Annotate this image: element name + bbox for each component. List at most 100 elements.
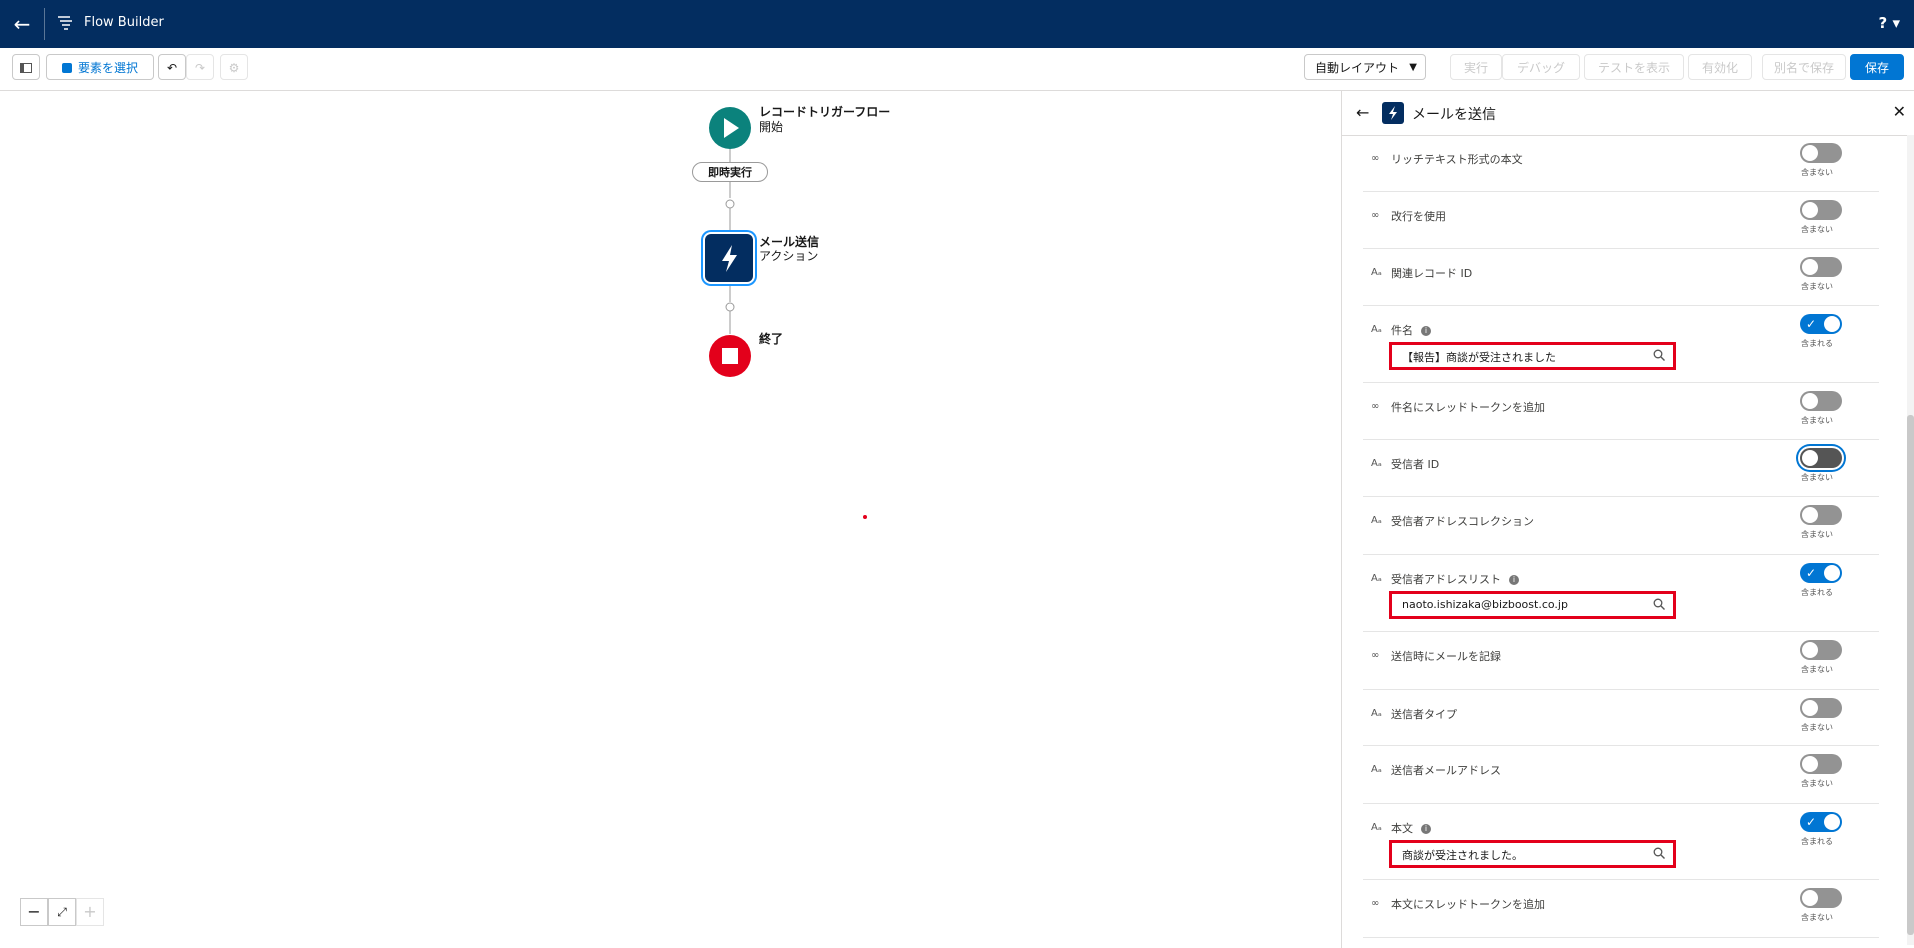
text-type-icon: Aₐ [1371, 764, 1382, 775]
action-node-subtitle: アクション [759, 249, 819, 263]
parameter-label-text: 改行を使用 [1391, 210, 1446, 223]
parameter-row: ∞ リッチテキスト形式の本文含まない [1363, 135, 1879, 192]
toggle-knob [1802, 700, 1818, 716]
parameter-value-text: 商談が受注されました。 [1402, 849, 1523, 862]
boolean-icon: ∞ [1371, 210, 1380, 221]
parameter-label-text: 送信者タイプ [1391, 708, 1457, 721]
save-as-button[interactable]: 別名で保存 [1762, 54, 1846, 80]
toggle-knob [1802, 259, 1818, 275]
include-toggle[interactable] [1800, 505, 1842, 525]
toggle-status: 含まない [1801, 225, 1833, 234]
toggle-status: 含まない [1801, 168, 1833, 177]
info-icon[interactable]: i [1421, 326, 1431, 336]
check-icon: ✓ [1806, 815, 1817, 829]
zoom-out-button[interactable]: − [20, 898, 48, 926]
toggle-status: 含まない [1801, 723, 1833, 732]
parameter-label-text: 送信時にメールを記録 [1391, 650, 1501, 663]
parameter-value-text: 【報告】商談が受注されました [1402, 351, 1556, 364]
check-icon: ✓ [1806, 317, 1817, 331]
include-toggle[interactable] [1800, 888, 1842, 908]
parameter-row: Aₐ 受信者アドレスリスト i ✓ 含まれる naoto.ishizaka@bizboos… [1363, 555, 1879, 632]
toggle-knob [1802, 145, 1818, 161]
boolean-icon: ∞ [1371, 153, 1380, 164]
end-node-title: 終了 [759, 332, 784, 346]
parameter-label: 関連レコード ID [1391, 265, 1472, 281]
parameter-label: 送信者タイプ [1391, 706, 1457, 722]
toggle-status: 含まない [1801, 913, 1833, 922]
parameter-label-text: 受信者 ID [1391, 458, 1440, 471]
scrollbar-thumb[interactable] [1907, 415, 1914, 935]
save-button[interactable]: 保存 [1850, 54, 1904, 80]
toggle-knob [1802, 642, 1818, 658]
parameter-label-text: 本文 [1391, 822, 1413, 835]
view-tests-button[interactable]: テストを表示 [1584, 54, 1684, 80]
toggle-status: 含まない [1801, 779, 1833, 788]
parameter-label-text: 受信者アドレスリスト [1391, 573, 1501, 586]
parameter-label: 件名 i [1391, 322, 1431, 338]
start-node[interactable] [708, 106, 752, 150]
include-toggle[interactable] [1800, 391, 1842, 411]
include-toggle[interactable] [1800, 200, 1842, 220]
parameter-label: 件名にスレッドトークンを追加 [1391, 399, 1545, 415]
toggle-status: 含まない [1801, 530, 1833, 539]
parameter-label: 受信者アドレスコレクション [1391, 513, 1534, 529]
panel-title: メールを送信 [1412, 107, 1496, 123]
include-toggle[interactable]: ✓ [1800, 812, 1842, 832]
parameter-value-text: naoto.ishizaka@bizboost.co.jp [1402, 598, 1568, 611]
include-toggle[interactable] [1800, 257, 1842, 277]
toggle-status: 含まない [1801, 282, 1833, 291]
fit-view-button[interactable]: ⤢ [48, 898, 76, 926]
toggle-knob [1802, 202, 1818, 218]
search-icon[interactable] [1653, 349, 1665, 361]
cursor-marker [863, 515, 867, 519]
arrow-left-icon[interactable]: ← [1356, 103, 1369, 122]
parameter-row: Aₐ 件名 i ✓ 含まれる 【報告】商談が受注されました [1363, 306, 1879, 383]
boolean-icon: ∞ [1371, 650, 1380, 661]
toggle-status: 含まれる [1801, 588, 1833, 597]
parameter-label: 本文にスレッドトークンを追加 [1391, 896, 1545, 912]
activate-button[interactable]: 有効化 [1688, 54, 1752, 80]
text-type-icon: Aₐ [1371, 573, 1382, 584]
toggle-status: 含まれる [1801, 339, 1833, 348]
toggle-status: 含まない [1801, 665, 1833, 674]
help-menu-button[interactable]: ? ▾ [1879, 14, 1900, 32]
run-button[interactable]: 実行 [1450, 54, 1502, 80]
parameter-label-text: リッチテキスト形式の本文 [1391, 153, 1523, 166]
include-toggle[interactable] [1800, 143, 1842, 163]
parameter-row: ∞ 送信時にメールを記録含まない [1363, 632, 1879, 690]
debug-button[interactable]: デバッグ [1502, 54, 1580, 80]
search-icon[interactable] [1653, 847, 1665, 859]
lightning-icon [722, 245, 737, 272]
toggle-knob [1802, 507, 1818, 523]
parameter-label: 改行を使用 [1391, 208, 1446, 224]
parameter-value-input[interactable]: naoto.ishizaka@bizboost.co.jp [1389, 591, 1676, 619]
parameter-value-input[interactable]: 【報告】商談が受注されました [1389, 342, 1676, 370]
lightning-icon [1382, 102, 1404, 124]
zoom-in-button[interactable]: + [76, 898, 104, 926]
check-icon: ✓ [1806, 566, 1817, 580]
include-toggle[interactable]: ✓ [1800, 563, 1842, 583]
toggle-status: 含まない [1801, 473, 1833, 482]
text-type-icon: Aₐ [1371, 267, 1382, 278]
end-node[interactable] [708, 334, 752, 378]
panel-scrollbar[interactable] [1907, 135, 1914, 945]
parameter-row: Aₐ 送信者メールアドレス 含まない [1363, 746, 1879, 804]
toggle-status: 含まない [1801, 416, 1833, 425]
include-toggle[interactable] [1800, 698, 1842, 718]
action-node-send-email[interactable] [705, 234, 753, 282]
include-toggle[interactable] [1800, 448, 1842, 468]
panel-header: ← メールを送信 ✕ [1342, 91, 1914, 136]
search-icon[interactable] [1653, 598, 1665, 610]
path-label[interactable]: 即時実行 [692, 162, 768, 182]
text-type-icon: Aₐ [1371, 708, 1382, 719]
toggle-knob [1824, 814, 1840, 830]
include-toggle[interactable] [1800, 754, 1842, 774]
parameter-value-input[interactable]: 商談が受注されました。 [1389, 840, 1676, 868]
toggle-knob [1824, 316, 1840, 332]
include-toggle[interactable]: ✓ [1800, 314, 1842, 334]
close-icon[interactable]: ✕ [1893, 102, 1906, 121]
parameter-label: 受信者アドレスリスト i [1391, 571, 1519, 587]
info-icon[interactable]: i [1509, 575, 1519, 585]
info-icon[interactable]: i [1421, 824, 1431, 834]
include-toggle[interactable] [1800, 640, 1842, 660]
